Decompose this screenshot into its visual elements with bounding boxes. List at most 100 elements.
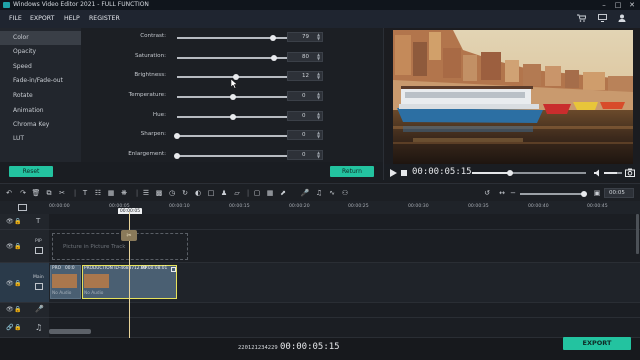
sharpen-slider-thumb[interactable] [174,133,180,139]
snapshot-icon[interactable] [625,168,635,179]
stop-icon[interactable] [401,170,407,176]
category-color[interactable]: Color [0,31,81,45]
effects-icon[interactable]: ❋ [119,188,129,198]
split-icon[interactable]: ☷ [93,188,103,198]
fit-width-icon[interactable]: ↔ [497,188,507,198]
export-frame-icon[interactable]: ⬈ [278,188,288,198]
reset-button[interactable]: Reset [9,166,53,177]
music-icon[interactable]: ♫ [314,188,324,198]
menu-register[interactable]: REGISTER [89,15,120,22]
microphone-icon[interactable]: 🎤 [300,188,310,198]
mosaic-icon[interactable]: ▦ [265,188,275,198]
category-rotate[interactable]: Rotate [0,89,81,103]
voiceover-track[interactable] [49,303,640,318]
undo-icon[interactable]: ↶ [4,188,14,198]
color-wheel-icon[interactable]: ◐ [193,188,203,198]
fit-screen-icon[interactable]: ▣ [592,188,602,198]
crop-icon[interactable]: □ [206,188,216,198]
spinner-arrows-icon[interactable]: ▲ ▼ [317,33,321,41]
menu-help[interactable]: HELP [64,15,80,22]
zoom-out-icon[interactable]: − [508,188,518,198]
main-track[interactable]: PRO 00:0 No Audio PRODUCTION ID-4683712.… [49,263,640,303]
crop-frame-icon[interactable]: ▢ [252,188,262,198]
copy-icon[interactable]: ⧉ [44,188,54,198]
category-animation[interactable]: Animation [0,104,81,118]
enlargement-slider-thumb[interactable] [174,153,180,159]
close-icon[interactable]: ✕ [625,0,639,10]
playback-progress-thumb[interactable] [506,170,513,176]
align-icon[interactable]: ☰ [141,188,151,198]
maximize-icon[interactable]: □ [611,0,625,10]
zoom-slider-track[interactable] [520,193,582,195]
video-clip[interactable]: PRO 00:0 No Audio [50,265,81,299]
timeline-ruler[interactable]: 00:00:00 00:00:05 00:00:10 00:00:15 00:0… [0,201,640,216]
music-track[interactable] [49,318,640,338]
spinner-arrows-icon[interactable]: ▲ ▼ [317,112,321,120]
eye-icon[interactable]: 👁 [6,218,14,225]
spinner-arrows-icon[interactable]: ▲ ▼ [317,92,321,100]
delete-icon[interactable]: 🗑 [31,188,41,198]
audio-wave-icon[interactable]: ∿ [327,188,337,198]
slider-label: Brightness: [134,72,166,78]
playhead-handle-icon[interactable]: ✂ [121,230,137,241]
cut-icon[interactable]: ✂ [57,188,67,198]
category-opacity[interactable]: Opacity [0,45,81,59]
zoom-slider-thumb[interactable] [581,191,587,197]
spinner-arrows-icon[interactable]: ▲ ▼ [317,151,321,159]
export-button[interactable]: EXPORT [563,337,631,350]
spinner-arrows-icon[interactable]: ▲ ▼ [317,53,321,61]
spinner-arrows-icon[interactable]: ▲ ▼ [317,72,321,80]
category-speed[interactable]: Speed [0,60,81,74]
menu-file[interactable]: FILE [9,15,22,22]
clip-menu-icon[interactable] [171,267,176,272]
main-track-header: 👁 🔒 Main [0,263,49,303]
image-icon[interactable]: ▦ [106,188,116,198]
adjust-icon[interactable]: ▩ [154,188,164,198]
reverse-icon[interactable]: ↺ [482,188,492,198]
redo-icon[interactable]: ↷ [18,188,28,198]
menu-export[interactable]: EXPORT [30,15,54,22]
category-fade[interactable]: Fade-in/Fade-out [0,74,81,88]
lock-icon[interactable]: 🔒 [14,218,21,225]
link-icon[interactable]: 🔗 [6,324,13,331]
eye-icon[interactable]: 👁 [6,243,14,250]
text-icon[interactable]: T [80,188,90,198]
user-icon[interactable] [617,14,627,23]
lock-icon[interactable]: 🔒 [14,306,21,313]
transition-icon[interactable]: ▱ [232,188,242,198]
return-button[interactable]: Return [330,166,374,177]
sharpen-slider-track[interactable] [177,135,289,137]
pip-icon [35,247,43,254]
saturation-slider-thumb[interactable] [271,55,278,61]
hue-slider-thumb[interactable] [230,114,236,120]
contrast-slider-thumb[interactable] [270,35,277,41]
eye-icon[interactable]: 👁 [6,306,14,313]
pip-track[interactable]: Picture in Picture Track [49,230,640,263]
minimize-icon[interactable]: – [597,0,611,10]
category-lut[interactable]: LUT [0,132,81,146]
speed-icon[interactable]: ◷ [167,188,177,198]
volume-adjust-icon[interactable]: ⚇ [340,188,350,198]
play-icon[interactable] [390,169,397,179]
eye-icon[interactable]: 👁 [6,280,14,287]
lock-icon[interactable]: 🔒 [14,243,21,250]
monitor-icon[interactable] [597,14,607,23]
lock-icon[interactable]: 🔒 [14,280,21,287]
timeline-vertical-scrollbar[interactable] [636,214,639,254]
temperature-slider-thumb[interactable] [230,94,236,100]
person-icon[interactable]: ♟ [219,188,229,198]
spinner-arrows-icon[interactable]: ▲ ▼ [317,131,321,139]
pip-drop-zone[interactable]: Picture in Picture Track [52,233,188,260]
zoom-value-input[interactable]: 00:05 [604,188,634,198]
text-track[interactable] [49,214,640,230]
add-track-icon[interactable] [18,204,27,211]
video-preview[interactable] [393,30,633,164]
volume-icon[interactable] [594,169,602,179]
slider-label: Saturation: [134,53,166,59]
enlargement-slider-track[interactable] [177,155,289,157]
category-chroma-key[interactable]: Chroma Key [0,118,81,132]
lock-icon[interactable]: 🔒 [14,324,21,331]
rotate-icon[interactable]: ↻ [180,188,190,198]
cart-icon[interactable] [576,14,587,23]
timeline-horizontal-scrollbar[interactable] [49,329,91,334]
